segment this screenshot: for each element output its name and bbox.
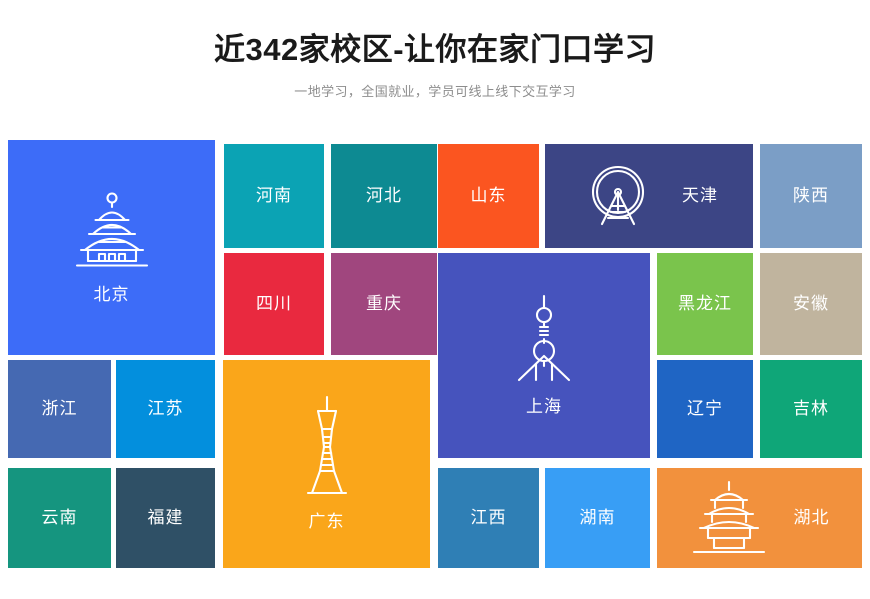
province-label-jilin: 吉林 <box>793 399 829 418</box>
oriental-pearl-icon <box>503 294 585 384</box>
province-tile-shanghai[interactable]: 上海 <box>438 253 650 458</box>
province-tile-sichuan[interactable]: 四川 <box>224 253 324 355</box>
province-label-yunnan: 云南 <box>41 508 78 527</box>
province-label-shaanxi: 陕西 <box>793 186 829 205</box>
province-tile-beijing[interactable]: 北京 <box>8 140 215 355</box>
province-tile-guangdong[interactable]: 广东 <box>223 360 430 568</box>
temple-of-heaven-icon <box>69 190 155 272</box>
province-label-hubei: 湖北 <box>793 508 830 527</box>
province-label-henan: 河南 <box>256 186 292 205</box>
province-tile-henan[interactable]: 河南 <box>224 144 324 248</box>
yellow-crane-tower-icon <box>690 480 768 556</box>
province-tile-tianjin[interactable]: 天津 <box>545 144 753 248</box>
province-tile-hunan[interactable]: 湖南 <box>545 468 650 568</box>
province-label-liaoning: 辽宁 <box>687 399 723 418</box>
province-tile-heilongjiang[interactable]: 黑龙江 <box>657 253 753 355</box>
province-tile-jilin[interactable]: 吉林 <box>760 360 862 458</box>
province-tile-jiangsu[interactable]: 江苏 <box>116 360 215 458</box>
province-label-hunan: 湖南 <box>579 508 616 527</box>
province-label-chongqing: 重庆 <box>366 294 402 313</box>
province-tile-anhui[interactable]: 安徽 <box>760 253 862 355</box>
province-tile-liaoning[interactable]: 辽宁 <box>657 360 753 458</box>
province-label-zhejiang: 浙江 <box>41 399 78 418</box>
canton-tower-icon <box>297 395 357 499</box>
province-label-jiangxi: 江西 <box>470 508 507 527</box>
province-tile-jiangxi[interactable]: 江西 <box>438 468 539 568</box>
province-tile-hubei[interactable]: 湖北 <box>657 468 862 568</box>
province-tile-yunnan[interactable]: 云南 <box>8 468 111 568</box>
province-label-hebei: 河北 <box>366 186 402 205</box>
province-tile-grid: 北京 河南 河北 山东 天津 陕西四川 重庆上海 黑龙江 安徽浙江 江苏广东 辽宁 吉林云南 福建 江西 湖… <box>0 0 870 599</box>
province-label-anhui: 安徽 <box>793 294 829 313</box>
province-label-heilongjiang: 黑龙江 <box>678 294 732 313</box>
province-tile-hebei[interactable]: 河北 <box>331 144 437 248</box>
province-tile-chongqing[interactable]: 重庆 <box>331 253 437 355</box>
province-label-jiangsu: 江苏 <box>147 399 184 418</box>
province-label-beijing: 北京 <box>93 284 130 304</box>
province-tile-shaanxi[interactable]: 陕西 <box>760 144 862 248</box>
province-label-shanghai: 上海 <box>526 396 562 416</box>
province-label-fujian: 福建 <box>147 508 184 527</box>
province-tile-shandong[interactable]: 山东 <box>438 144 539 248</box>
campus-map-page: 近342家校区-让你在家门口学习 一地学习，全国就业，学员可线上线下交互学习 北… <box>0 0 870 599</box>
province-label-sichuan: 四川 <box>256 294 292 313</box>
province-label-tianjin: 天津 <box>682 186 718 205</box>
province-tile-fujian[interactable]: 福建 <box>116 468 215 568</box>
province-tile-zhejiang[interactable]: 浙江 <box>8 360 111 458</box>
province-label-shandong: 山东 <box>470 186 507 205</box>
province-label-guangdong: 广东 <box>308 512 345 531</box>
ferris-wheel-icon <box>580 160 656 232</box>
